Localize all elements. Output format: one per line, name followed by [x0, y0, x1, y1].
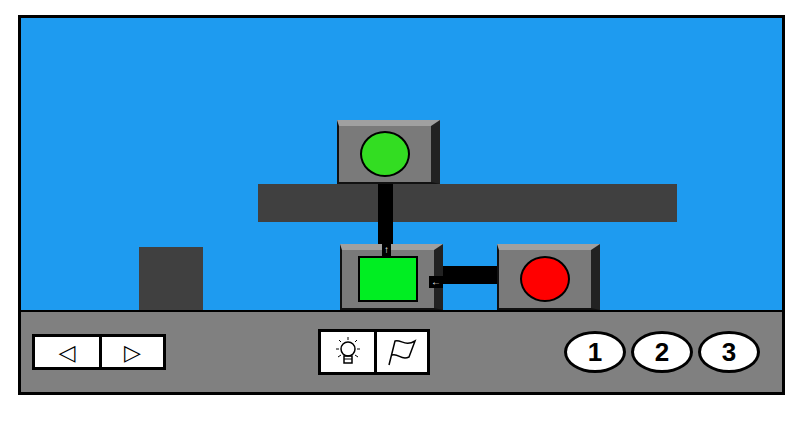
- lightbulb-icon: [333, 336, 363, 368]
- right-light[interactable]: [497, 244, 600, 310]
- nav-button[interactable]: ◁: [35, 337, 99, 367]
- game-canvas: ↑←: [21, 18, 782, 310]
- wire: [441, 266, 501, 284]
- flag-icon: [385, 337, 419, 367]
- lamp: [360, 131, 410, 177]
- port-tag: ↑: [382, 244, 391, 256]
- flag-button[interactable]: [374, 332, 427, 372]
- nav-button[interactable]: ▷: [99, 337, 163, 367]
- switch[interactable]: ↑←: [340, 244, 443, 310]
- wire: [378, 184, 393, 246]
- level-button[interactable]: 2: [631, 331, 693, 373]
- platform: [258, 184, 677, 222]
- block: [139, 247, 203, 310]
- tool-group: [318, 329, 430, 375]
- lamp: [520, 256, 570, 302]
- level-group: 123: [564, 331, 760, 373]
- hint-button[interactable]: [321, 332, 374, 372]
- game-frame: ↑←◁▷123: [18, 15, 785, 395]
- level-button[interactable]: 3: [698, 331, 760, 373]
- top-light[interactable]: [337, 120, 440, 184]
- port-tag: ←: [429, 276, 443, 288]
- toolbar: ◁▷ 123: [21, 310, 782, 392]
- nav-group: ◁▷: [32, 334, 166, 370]
- level-button[interactable]: 1: [564, 331, 626, 373]
- switch-face: [358, 256, 418, 302]
